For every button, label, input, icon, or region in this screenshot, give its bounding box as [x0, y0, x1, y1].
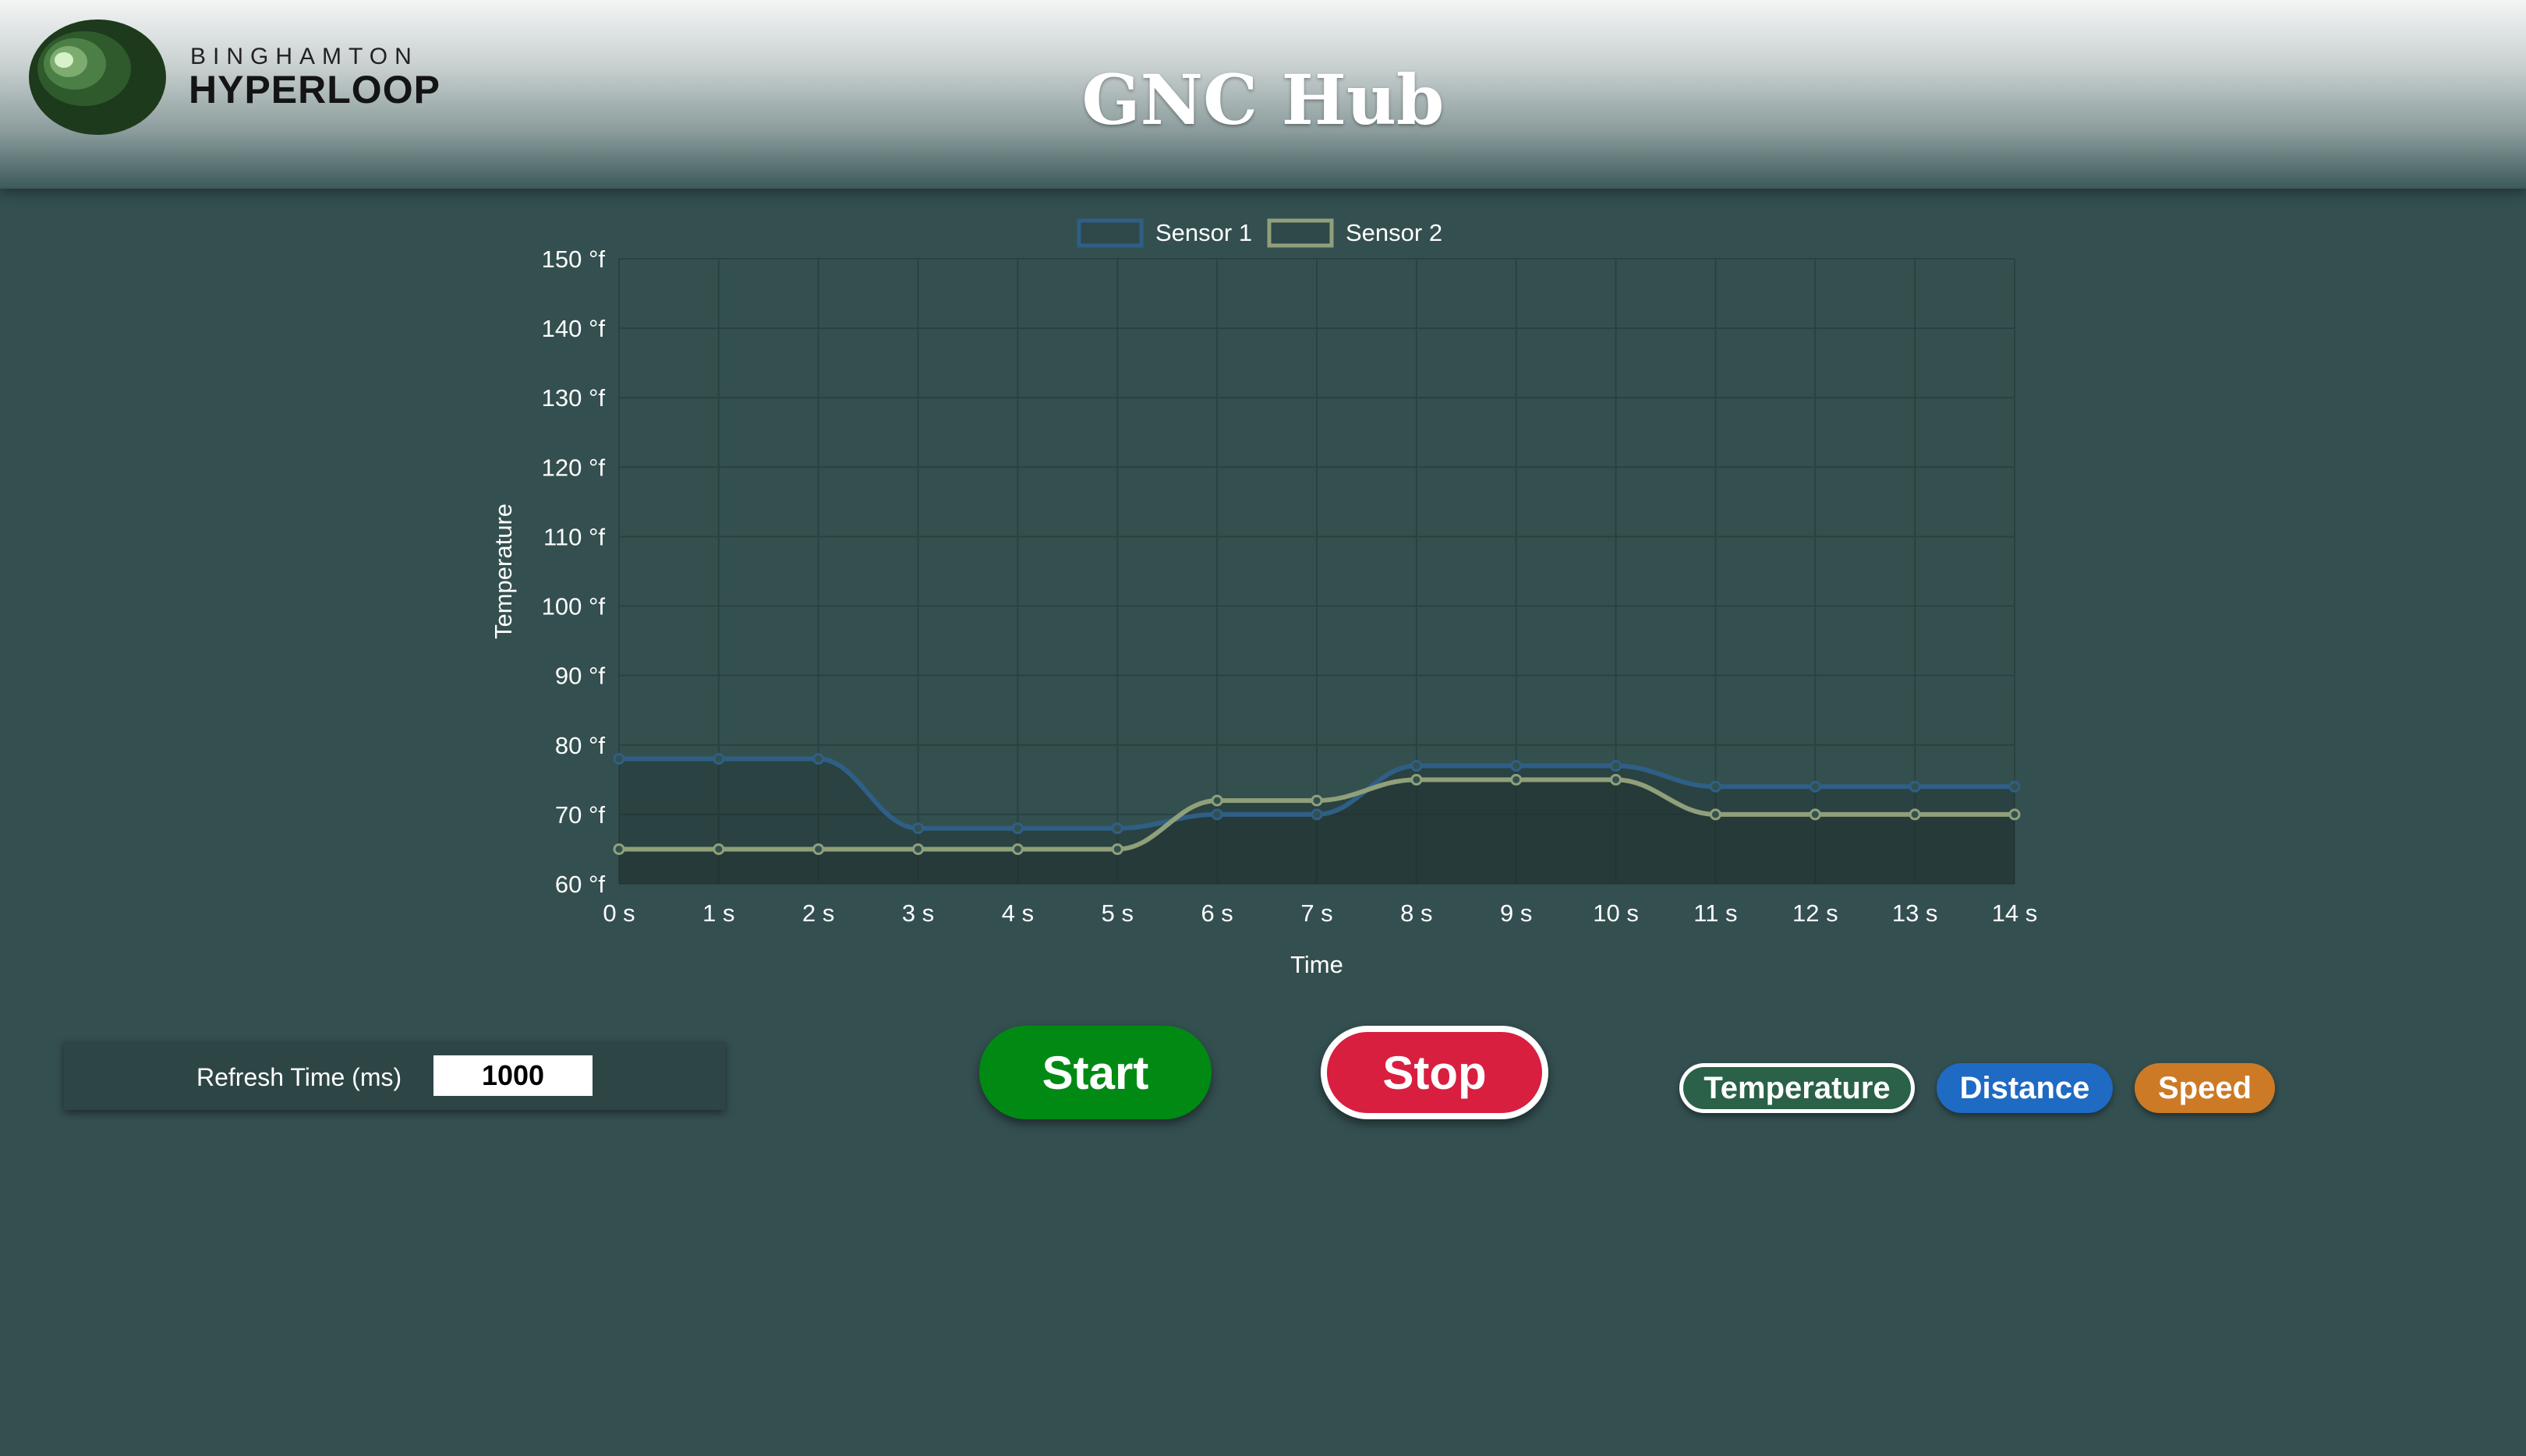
- y-tick-label: 80 °f: [555, 732, 605, 759]
- x-tick-label: 0 s: [603, 899, 635, 927]
- legend-swatch-2: [1267, 218, 1334, 248]
- x-tick-label: 9 s: [1500, 899, 1532, 927]
- series-point: [1610, 773, 1622, 786]
- series-point: [1011, 843, 1024, 855]
- y-tick-label: 130 °f: [542, 384, 606, 412]
- refresh-time-input[interactable]: [433, 1055, 593, 1096]
- refresh-time-label: Refresh Time (ms): [196, 1063, 402, 1091]
- x-tick-label: 11 s: [1693, 899, 1737, 927]
- x-axis-title: Time: [1290, 951, 1343, 974]
- legend-swatch-1: [1077, 218, 1144, 248]
- series-point: [613, 753, 625, 765]
- series-point: [1909, 808, 1921, 821]
- x-tick-label: 2 s: [802, 899, 834, 927]
- series-point: [1510, 760, 1523, 772]
- series-point: [1809, 780, 1821, 793]
- series-point: [1410, 773, 1423, 786]
- refresh-panel: Refresh Time (ms): [64, 1041, 725, 1110]
- series-point: [613, 843, 625, 855]
- series-point: [2008, 780, 2021, 793]
- series-point: [812, 843, 825, 855]
- stop-button[interactable]: Stop: [1321, 1026, 1548, 1119]
- x-tick-label: 6 s: [1201, 899, 1233, 927]
- x-tick-label: 5 s: [1102, 899, 1134, 927]
- series-point: [1211, 794, 1223, 807]
- legend-label: Sensor 2: [1346, 219, 1442, 246]
- x-tick-label: 8 s: [1400, 899, 1432, 927]
- y-tick-label: 70 °f: [555, 801, 605, 829]
- series-point: [1311, 794, 1323, 807]
- x-tick-label: 14 s: [1992, 899, 2038, 927]
- y-tick-label: 60 °f: [555, 871, 605, 898]
- x-tick-label: 4 s: [1002, 899, 1034, 927]
- x-tick-label: 10 s: [1593, 899, 1639, 927]
- y-tick-label: 90 °f: [555, 663, 605, 690]
- series-point: [912, 843, 925, 855]
- page-title: GNC Hub: [1081, 59, 1445, 140]
- series-point: [1111, 822, 1123, 835]
- y-tick-label: 120 °f: [542, 454, 606, 481]
- temperature-tab[interactable]: Temperature: [1679, 1063, 1915, 1113]
- x-tick-label: 1 s: [702, 899, 734, 927]
- y-tick-label: 140 °f: [542, 315, 606, 342]
- series-point: [1709, 808, 1721, 821]
- series-point: [812, 753, 825, 765]
- series-point: [912, 822, 925, 835]
- series-point: [713, 753, 725, 765]
- series-point: [1709, 780, 1721, 793]
- series-point: [1311, 808, 1323, 821]
- series-point: [1510, 773, 1523, 786]
- series-point: [1909, 780, 1921, 793]
- temperature-chart: 60 °f 70 °f 80 °f 90 °f 100 °f 110 °f 120 °f 13…: [490, 218, 2038, 974]
- x-tick-label: 12 s: [1792, 899, 1838, 927]
- series-point: [1809, 808, 1821, 821]
- y-axis-title: Temperature: [490, 504, 517, 639]
- series-point: [2008, 808, 2021, 821]
- distance-tab[interactable]: Distance: [1937, 1063, 2113, 1113]
- series-point: [1011, 822, 1024, 835]
- y-tick-label: 110 °f: [543, 523, 605, 550]
- x-tick-label: 13 s: [1892, 899, 1938, 927]
- y-tick-label: 100 °f: [542, 593, 606, 620]
- series-point: [1610, 760, 1622, 772]
- x-tick-label: 7 s: [1300, 899, 1332, 927]
- series-point: [1111, 843, 1123, 855]
- legend-label: Sensor 1: [1155, 219, 1252, 246]
- app-header: BINGHAMTON HYPERLOOP GNC Hub: [0, 0, 2526, 189]
- start-button[interactable]: Start: [979, 1026, 1212, 1119]
- series-point: [713, 843, 725, 855]
- x-tick-label: 3 s: [902, 899, 934, 927]
- series-point: [1410, 760, 1423, 772]
- y-tick-label: 150 °f: [542, 246, 606, 273]
- series-point: [1211, 808, 1223, 821]
- speed-tab[interactable]: Speed: [2135, 1063, 2275, 1113]
